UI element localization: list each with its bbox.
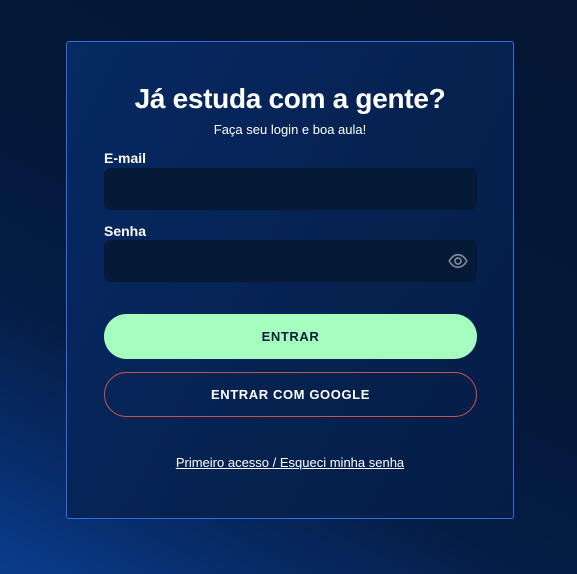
password-field[interactable]: [104, 240, 477, 282]
forgot-password-link[interactable]: Primeiro acesso / Esqueci minha senha: [67, 455, 513, 470]
google-login-button[interactable]: ENTRAR COM GOOGLE: [104, 372, 477, 417]
password-label: Senha: [104, 223, 147, 239]
login-subtitle: Faça seu login e boa aula!: [213, 122, 367, 137]
email-label: E-mail: [104, 150, 147, 166]
login-button[interactable]: ENTRAR: [104, 314, 477, 359]
eye-icon[interactable]: [447, 251, 469, 271]
login-card: Já estuda com a gente? Faça seu login e …: [66, 41, 514, 519]
login-title: Já estuda com a gente?: [134, 83, 446, 114]
email-field[interactable]: [104, 168, 477, 210]
